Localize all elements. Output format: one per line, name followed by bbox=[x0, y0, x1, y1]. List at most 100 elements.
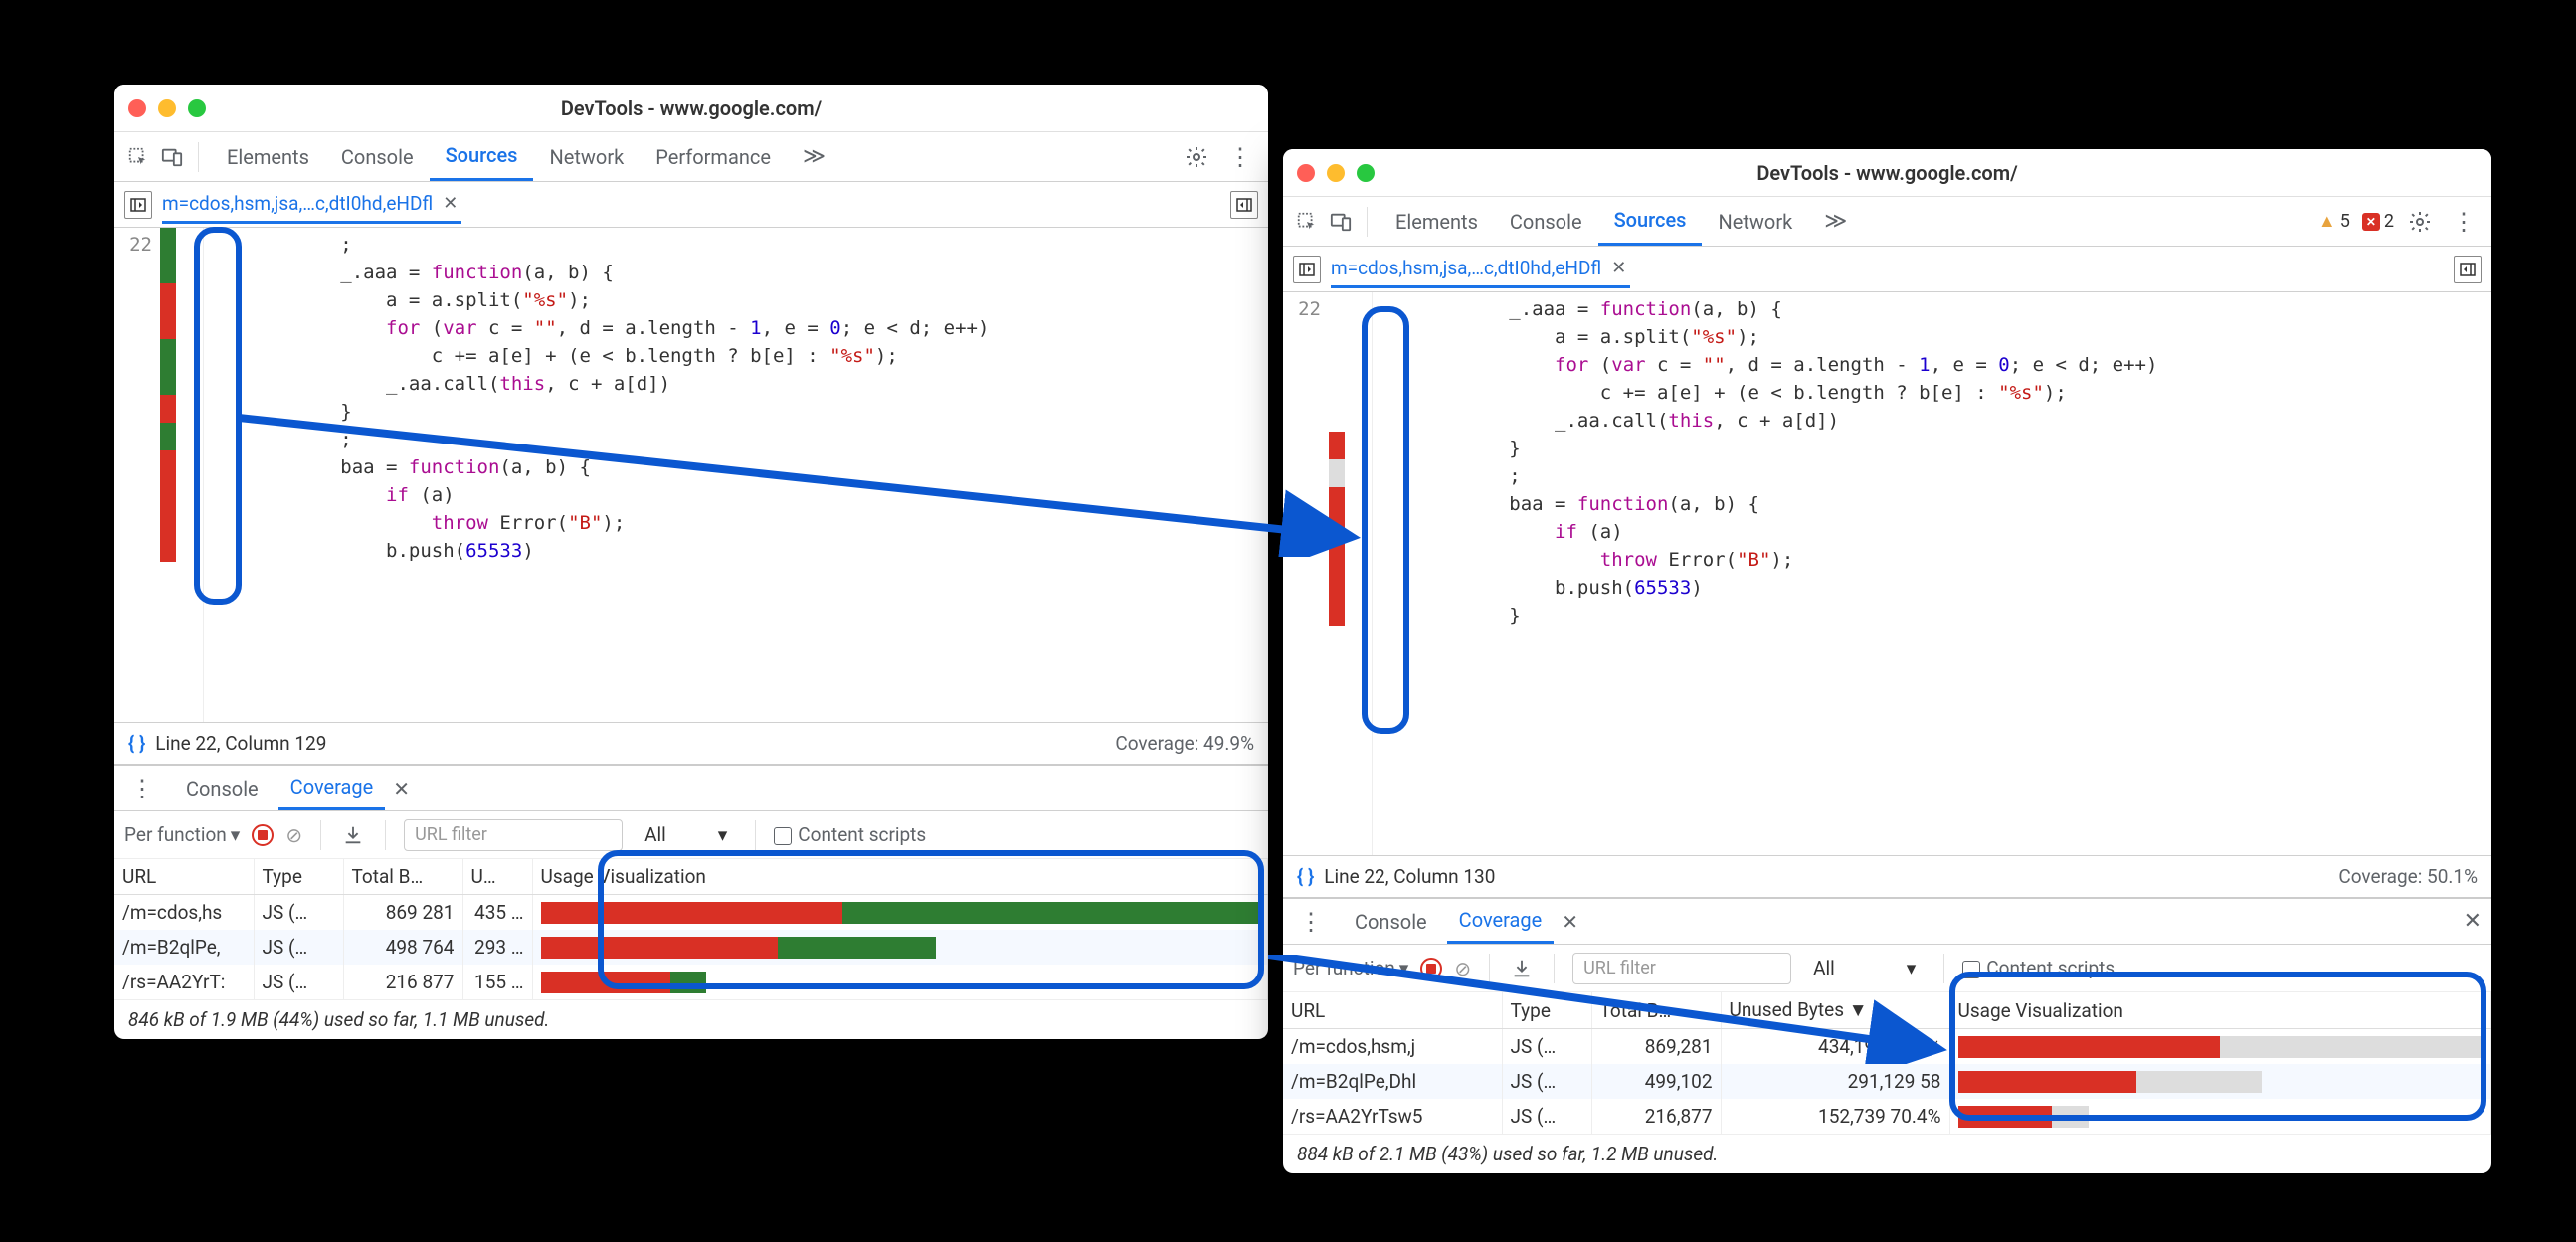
table-row[interactable]: /rs=AA2YrT: JS (… 216 877 155 … bbox=[114, 965, 1268, 999]
drawer-close-icon[interactable]: ✕ bbox=[2464, 909, 2482, 934]
drawer-menu-icon[interactable]: ⋮ bbox=[124, 775, 160, 802]
url-filter-input[interactable]: URL filter bbox=[1572, 953, 1791, 984]
device-toolbar-icon[interactable] bbox=[1327, 208, 1355, 236]
coverage-mode-dropdown[interactable]: Per function ▾ bbox=[124, 823, 240, 846]
drawer-tab-close-icon[interactable]: ✕ bbox=[393, 777, 410, 800]
traffic-lights bbox=[128, 99, 206, 117]
open-file-tab[interactable]: m=cdos,hsm,jsa,…c,dtI0hd,eHDfl ✕ bbox=[1331, 251, 1630, 288]
col-viz[interactable]: Usage Visualization bbox=[1949, 992, 2491, 1029]
clear-icon[interactable]: ⊘ bbox=[285, 823, 302, 847]
code-content[interactable]: ; _.aaa = function(a, b) { a = a.split("… bbox=[204, 228, 1268, 722]
tab-sources[interactable]: Sources bbox=[430, 132, 534, 181]
open-file-tab[interactable]: m=cdos,hsm,jsa,…c,dtI0hd,eHDfl ✕ bbox=[162, 186, 461, 224]
errors-badge[interactable]: ✕ 2 bbox=[2362, 211, 2394, 232]
debugger-toggle-icon[interactable] bbox=[2454, 256, 2482, 283]
cell-unused: 293 … bbox=[462, 930, 532, 965]
table-header-row: URL Type Total B… U… Usage Visualization bbox=[114, 859, 1268, 895]
file-tab-close-icon[interactable]: ✕ bbox=[1607, 258, 1630, 278]
code-editor[interactable]: 22 _.aaa = function(a, b) { a = a.split(… bbox=[1283, 292, 2491, 855]
tab-console[interactable]: Console bbox=[1494, 197, 1598, 246]
navigator-toggle-icon[interactable] bbox=[1293, 256, 1321, 283]
window-close-button[interactable] bbox=[128, 99, 146, 117]
record-button[interactable] bbox=[1420, 958, 1442, 979]
code-editor[interactable]: 22 ; _.aaa = function(a, b) { a = a.spli… bbox=[114, 228, 1268, 722]
cell-total: 498 764 bbox=[343, 930, 462, 965]
window-maximize-button[interactable] bbox=[1357, 164, 1375, 182]
divider bbox=[1554, 954, 1555, 983]
device-toolbar-icon[interactable] bbox=[158, 143, 186, 171]
table-row[interactable]: /m=B2qlPe,Dhl JS (… 499,102 291,129 58 bbox=[1283, 1064, 2491, 1099]
divider bbox=[198, 142, 199, 172]
type-filter-dropdown[interactable]: All ▾ bbox=[1803, 957, 1926, 979]
tab-performance[interactable]: Performance bbox=[640, 132, 787, 181]
window-minimize-button[interactable] bbox=[158, 99, 176, 117]
drawer-menu-icon[interactable]: ⋮ bbox=[1293, 908, 1329, 936]
navigator-toggle-icon[interactable] bbox=[124, 191, 152, 219]
coverage-table[interactable]: URL Type Total B… Unused Bytes ▼ Usage V… bbox=[1283, 992, 2491, 1134]
col-viz[interactable]: Usage Visualization bbox=[532, 859, 1268, 895]
drawer-tab-console[interactable]: Console bbox=[1343, 899, 1439, 944]
col-unused[interactable]: Unused Bytes ▼ bbox=[1721, 992, 1949, 1029]
error-count: 2 bbox=[2384, 211, 2394, 232]
export-icon[interactable] bbox=[1508, 955, 1536, 982]
warnings-badge[interactable]: ▲ 5 bbox=[2318, 211, 2350, 232]
tab-elements[interactable]: Elements bbox=[1380, 197, 1494, 246]
drawer-tab-coverage[interactable]: Coverage bbox=[278, 766, 386, 810]
tab-sources[interactable]: Sources bbox=[1598, 197, 1703, 246]
pretty-print-icon[interactable]: { } bbox=[128, 732, 145, 755]
tab-console[interactable]: Console bbox=[325, 132, 430, 181]
cell-unused: 152,739 70.4% bbox=[1721, 1099, 1949, 1134]
drawer-tabs: ⋮ Console Coverage ✕ bbox=[114, 766, 1268, 811]
table-row[interactable]: /m=cdos,hs JS (… 869 281 435 … bbox=[114, 895, 1268, 931]
col-url[interactable]: URL bbox=[1283, 992, 1502, 1029]
cell-unused: 434,192 49.9% bbox=[1721, 1029, 1949, 1065]
window-maximize-button[interactable] bbox=[188, 99, 206, 117]
devtools-window-right: DevTools - www.google.com/ Elements Cons… bbox=[1283, 149, 2491, 1173]
export-icon[interactable] bbox=[339, 821, 367, 849]
type-filter-dropdown[interactable]: All ▾ bbox=[635, 823, 737, 846]
url-filter-input[interactable]: URL filter bbox=[404, 819, 623, 851]
kebab-menu-icon[interactable]: ⋮ bbox=[2446, 208, 2482, 236]
drawer-tab-console[interactable]: Console bbox=[174, 766, 271, 810]
table-row[interactable]: /m=B2qlPe, JS (… 498 764 293 … bbox=[114, 930, 1268, 965]
drawer-tab-close-icon[interactable]: ✕ bbox=[1562, 910, 1578, 934]
tab-network[interactable]: Network bbox=[533, 132, 640, 181]
panel-tabs: Elements Console Sources Network Perform… bbox=[211, 132, 787, 181]
more-tabs-chevron-icon[interactable]: ≫ bbox=[793, 144, 835, 169]
table-row[interactable]: /rs=AA2YrTsw5 JS (… 216,877 152,739 70.4… bbox=[1283, 1099, 2491, 1134]
window-minimize-button[interactable] bbox=[1327, 164, 1345, 182]
pretty-print-icon[interactable]: { } bbox=[1297, 865, 1314, 888]
window-close-button[interactable] bbox=[1297, 164, 1315, 182]
settings-gear-icon[interactable] bbox=[2406, 208, 2434, 236]
col-type[interactable]: Type bbox=[1502, 992, 1591, 1029]
kebab-menu-icon[interactable]: ⋮ bbox=[1222, 143, 1258, 171]
cell-total: 499,102 bbox=[1591, 1064, 1721, 1099]
col-unused[interactable]: U… bbox=[462, 859, 532, 895]
inspect-icon[interactable] bbox=[124, 143, 152, 171]
devtools-window-left: DevTools - www.google.com/ Elements Cons… bbox=[114, 85, 1268, 1039]
inspect-icon[interactable] bbox=[1293, 208, 1321, 236]
col-total[interactable]: Total B… bbox=[1591, 992, 1721, 1029]
main-toolbar: Elements Console Sources Network ≫ ▲ 5 ✕… bbox=[1283, 197, 2491, 247]
debugger-toggle-icon[interactable] bbox=[1230, 191, 1258, 219]
content-scripts-checkbox[interactable]: Content scripts bbox=[774, 823, 926, 846]
tab-network[interactable]: Network bbox=[1702, 197, 1808, 246]
tab-elements[interactable]: Elements bbox=[211, 132, 325, 181]
table-row[interactable]: /m=cdos,hsm,j JS (… 869,281 434,192 49.9… bbox=[1283, 1029, 2491, 1065]
record-button[interactable] bbox=[252, 824, 274, 846]
drawer-tab-coverage[interactable]: Coverage bbox=[1447, 899, 1555, 944]
editor-status-bar: { } Line 22, Column 130 Coverage: 50.1% bbox=[1283, 855, 2491, 897]
coverage-table[interactable]: URL Type Total B… U… Usage Visualization… bbox=[114, 859, 1268, 999]
content-scripts-checkbox[interactable]: Content scripts bbox=[1962, 957, 2115, 979]
col-total[interactable]: Total B… bbox=[343, 859, 462, 895]
settings-gear-icon[interactable] bbox=[1183, 143, 1210, 171]
file-tab-close-icon[interactable]: ✕ bbox=[439, 193, 461, 214]
coverage-mode-dropdown[interactable]: Per function ▾ bbox=[1293, 957, 1408, 979]
cell-unused: 291,129 58 bbox=[1721, 1064, 1949, 1099]
col-type[interactable]: Type bbox=[254, 859, 343, 895]
code-content[interactable]: _.aaa = function(a, b) { a = a.split("%s… bbox=[1373, 292, 2491, 855]
coverage-percent: Coverage: 49.9% bbox=[1115, 732, 1254, 755]
col-url[interactable]: URL bbox=[114, 859, 254, 895]
clear-icon[interactable]: ⊘ bbox=[1454, 957, 1471, 980]
more-tabs-chevron-icon[interactable]: ≫ bbox=[1814, 209, 1857, 234]
